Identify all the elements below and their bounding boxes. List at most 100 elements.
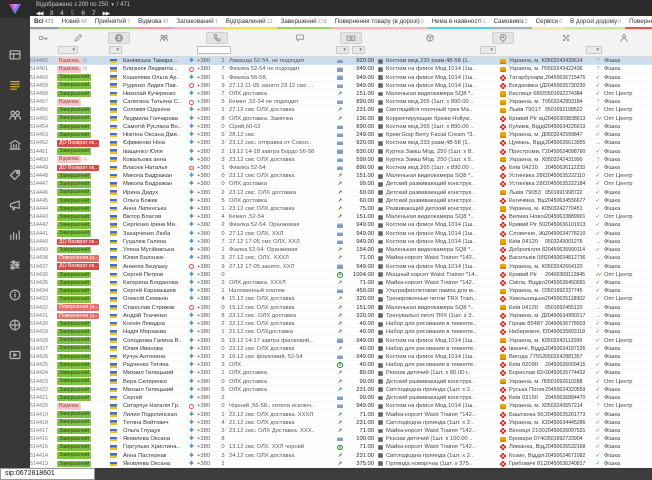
key-icon[interactable] (35, 32, 51, 44)
table-row[interactable]: 514431Повернення (з..Андрій Ткаченко✱+38… (30, 312, 652, 320)
users-icon[interactable] (156, 32, 172, 44)
table-row[interactable]: 514451ЗавершенийІващенко Юлія✱+380219.12… (30, 147, 652, 155)
tab-6[interactable]: Відправлений12 (222, 16, 277, 29)
table-row[interactable]: 514458ЗавершенийНиколай Кучеренко✱+3807О… (30, 90, 652, 98)
table-row[interactable]: 514439ЗавершенийУляна Мусійовська✱+3801Ф… (30, 246, 652, 254)
table-row[interactable]: 514459ЗавершенийРуденко Лидия Пав..+3809… (30, 82, 652, 90)
table-row[interactable]: 514461Відмова◷Близнюк Людмила ..+3807Фиа… (30, 65, 652, 73)
table-row[interactable]: 514448ЗавершенийМикола Бадражан✱+380023.… (30, 172, 652, 180)
tab-9[interactable]: Нема в наявності1 (428, 16, 490, 29)
tab-8[interactable]: Повернення товару (в дорозі)0 (331, 16, 428, 29)
table-row[interactable]: 514414ЗавершенийАнна Пастернак✱+380324.1… (30, 452, 652, 460)
table-row[interactable]: 514449ДО Возврат ок..Власюк Наталья+3801… (30, 164, 652, 172)
table-row[interactable]: 514427ЗавершенийЮлия Иванова✱+380022.12 … (30, 345, 652, 353)
products-tag-icon[interactable] (8, 168, 22, 182)
table-row[interactable]: 514452ДО Возврат ок..Єфименко Ніна✱+3802… (30, 139, 652, 147)
money-icon[interactable] (340, 32, 362, 44)
tracking-number: 0503242431990 (545, 156, 593, 164)
tab-4[interactable]: Відмова42 (134, 16, 172, 29)
table-row[interactable]: 514424ЗавершенийМихаил Гилецький✱+3801ОЛ… (30, 369, 652, 377)
table-row[interactable]: 514454ЗавершенийСамотій Руслана Во..✱+38… (30, 123, 652, 131)
table-row[interactable]: 514440ДО Возврат ок..Гуцалюк Галина✱+380… (30, 238, 652, 246)
table-row[interactable]: 514423ЗавершенийВера Скляренко✱+3800ОЛХ … (30, 378, 652, 386)
table-row[interactable]: 514436ЗавершенийСергей Петров✱+3800₴1004… (30, 271, 652, 279)
tab-1[interactable]: Всі471 (30, 16, 58, 29)
table-row[interactable]: 514450Відмова◷Ковальова анна✱+380323.12 … (30, 156, 652, 164)
tab-2[interactable]: Новий48 (58, 16, 91, 29)
table-row[interactable]: 514421ЗавершенийСергей✱+380299.00Детский… (30, 394, 652, 402)
globe-icon[interactable] (108, 32, 130, 44)
table-row[interactable]: 514437ДО Возврат ок..Анжела Безушку+3809… (30, 262, 652, 270)
settings-sliders-icon[interactable] (8, 258, 22, 272)
table-row[interactable]: 514418ЗавершенийТетяна Войтович✱+380421.… (30, 419, 652, 427)
tab-11[interactable]: Сервіси0 (532, 16, 567, 29)
table-row[interactable]: 514434ЗавершенийСергей Карамышев✱+3801На… (30, 287, 652, 295)
tab-12[interactable]: В дорозі додому0 (566, 16, 625, 29)
tab-7[interactable]: Завершений278 (277, 16, 331, 29)
table-row[interactable]: 514443ЗавершенийВіктор Власов✱+3804Кемел… (30, 213, 652, 221)
table-row[interactable]: 514456ЗавершенийСоломія Сідоніна✱+380127… (30, 106, 652, 114)
table-row[interactable]: 514413ЗавершенийЯковлева Оксана✱+3801↗37… (30, 460, 652, 468)
table-row[interactable]: 514445ЗавершенийОльга Божик✱+3805ОЛХ дос… (30, 197, 652, 205)
table-row[interactable]: 514457ВідмоваСалегина Татьяна С..+3805Ке… (30, 98, 652, 106)
table-row[interactable]: 514447ЗавершенийМикола Бадражан✱+3800ОЛХ… (30, 180, 652, 188)
table-row[interactable]: 514444ЗавершенийАнна Липенська✱+380123.1… (30, 205, 652, 213)
nova-poshta-icon (498, 172, 509, 180)
product-summary: Корректирующие брюки Hollyw.. (386, 115, 498, 123)
phone-icon[interactable] (206, 32, 228, 44)
filter-payment[interactable]: ▼ (336, 46, 349, 54)
person-icon[interactable] (616, 32, 632, 44)
filter-country[interactable]: ▼ (109, 46, 122, 54)
table-row[interactable]: 514453ЗавершенийНікітіна Оксана Дми..✱+3… (30, 131, 652, 139)
dots-grid-icon[interactable] (558, 32, 574, 44)
table-row[interactable]: 514425ЗавершенийРадченко Тетяна✱+3803ОЛХ… (30, 361, 652, 369)
marketing-icon[interactable] (8, 198, 22, 212)
table-row[interactable]: 514430ЗавершенийКсенія Левадна✱+380222.1… (30, 320, 652, 328)
table-row[interactable]: 514433ЗавершенийОлексій Семанін✱+380415.… (30, 295, 652, 303)
pagination-summary[interactable]: Відображено з 200 по 250 (36, 2, 108, 8)
pencil-icon[interactable] (70, 32, 86, 44)
table-row[interactable]: 514442ЗавершенийСергієнко Ірина Ми..✱+38… (30, 221, 652, 229)
customer-phone: +380 (197, 82, 218, 90)
table-row[interactable]: 514416ЗавершенийЯковлева Оксана✱+3808100… (30, 435, 652, 443)
info-icon[interactable] (8, 288, 22, 302)
tab-count-badge: 7 (127, 19, 130, 25)
filter-tracking[interactable]: ▼ (586, 46, 602, 54)
tab-10[interactable]: Самовивіз2 (490, 16, 532, 29)
table-row[interactable]: 514428ЗавершенийСолодкова Галина В..✱+38… (30, 336, 652, 344)
package-icon[interactable] (422, 32, 438, 44)
table-row[interactable]: 514441ЗавершенийЗахарченко Люба✱+380027.… (30, 230, 652, 238)
table-row[interactable]: 514419ЗавершенийЛилия Подолинская✱+38012… (30, 410, 652, 418)
table-row[interactable]: 514438Повернення (з..Юлия Баланюк✱+38032… (30, 254, 652, 262)
table-row[interactable]: 514426ЗавершенийКучук Антонина✱+380216.1… (30, 353, 652, 361)
chat-icon[interactable] (292, 32, 308, 44)
clients-icon[interactable] (8, 108, 22, 122)
filter-price[interactable]: ▼ (352, 46, 365, 54)
chevron-down-icon[interactable]: ▼ (110, 2, 114, 7)
company-icon[interactable] (8, 138, 22, 152)
table-row[interactable]: 514435ЗавершенийКатерина Богданова✱+3802… (30, 279, 652, 287)
filter-product[interactable]: ▼ (480, 46, 496, 54)
table-row[interactable]: 514429ЗавершенийНадія Мерзаєва✱+380121.1… (30, 328, 652, 336)
statistics-icon[interactable] (8, 228, 22, 242)
filter-status[interactable]: ▼ (58, 46, 78, 54)
web-icon[interactable] (8, 318, 22, 332)
table-row[interactable]: 514446ЗавершенийИрина Дидух✱+380223.12 с… (30, 189, 652, 197)
tab-13[interactable]: Повернений0 (625, 16, 652, 29)
table-row[interactable]: 514460ЗавершенийКошелева Ольга Ар..✱+380… (30, 73, 652, 81)
dashboard-icon[interactable] (8, 48, 22, 62)
location-pin-icon[interactable] (492, 32, 514, 44)
table-row[interactable]: 514462Відмова◷Каневська Тамара ..✱+3801Л… (30, 57, 652, 65)
tab-5[interactable]: Запакований1 (173, 16, 222, 29)
table-row[interactable]: 514415ЗавершенийГоргулько Христина..✱+38… (30, 443, 652, 451)
app-logo-icon[interactable] (0, 0, 30, 18)
filter-phone[interactable] (197, 46, 231, 54)
table-row[interactable]: 514422ЗавершенийМихаил Гилецький✱+3806ОЛ… (30, 386, 652, 394)
tab-3[interactable]: Прийнятий7 (91, 16, 134, 29)
orders-icon[interactable] (8, 78, 22, 92)
table-row[interactable]: 514420ВідмоваСитарчук Наталія Гр..+3800Ч… (30, 402, 652, 410)
table-row[interactable]: 514455ЗавершенийЛюдмила Гончарова✱+3808О… (30, 115, 652, 123)
table-row[interactable]: 514432Повернення (з..Станіслав Стрижак+3… (30, 304, 652, 312)
video-icon[interactable] (8, 348, 22, 362)
table-row[interactable]: 514417ЗавершенийОльга Глущук✱+380223.12 … (30, 427, 652, 435)
